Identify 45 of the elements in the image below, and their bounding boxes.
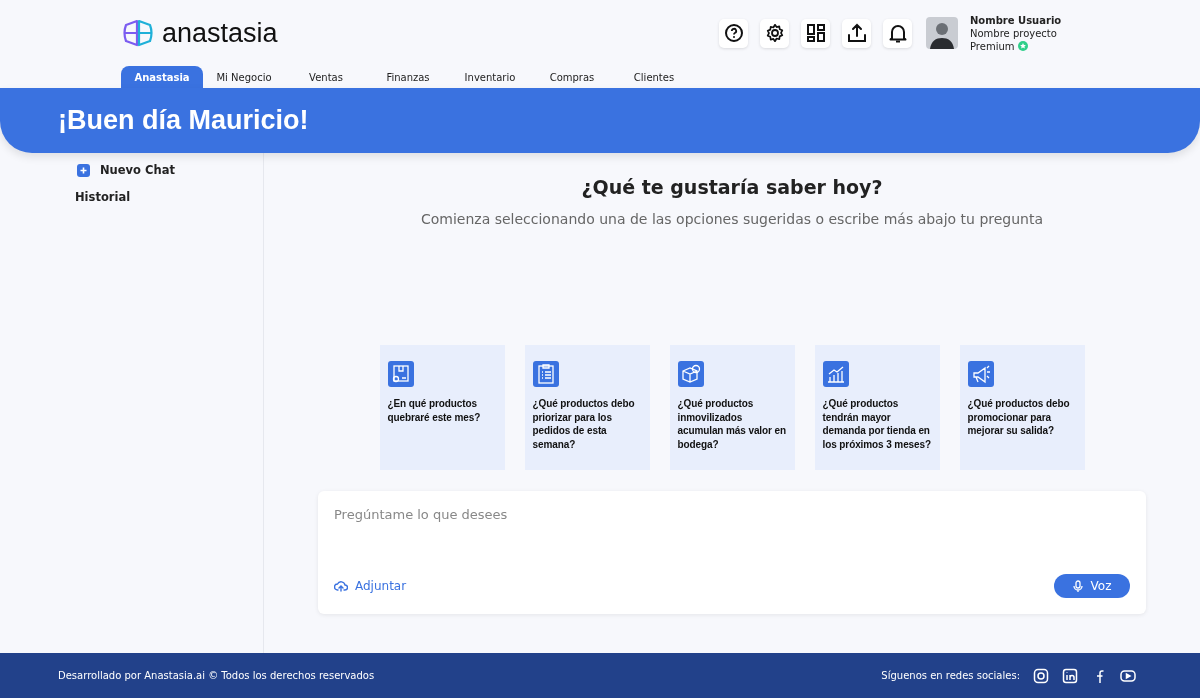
avatar-placeholder bbox=[926, 17, 958, 49]
plus-icon bbox=[77, 163, 90, 177]
greeting-text: ¡Buen día Mauricio! bbox=[58, 105, 309, 136]
nav-tab[interactable]: Anastasia bbox=[121, 66, 203, 88]
cube-icon bbox=[677, 361, 704, 387]
microphone-icon bbox=[1072, 579, 1083, 593]
nav-tab[interactable]: Compras bbox=[531, 66, 613, 88]
plan-label: Premium bbox=[970, 39, 1015, 53]
user-name: Nombre Usuario bbox=[970, 13, 1063, 27]
suggestion-card[interactable]: ¿Qué productos tendrán mayor demanda por tienda en los próximos 3 meses? bbox=[814, 345, 940, 470]
youtube-icon[interactable] bbox=[1120, 667, 1136, 684]
brand-name: anastasia bbox=[162, 17, 278, 49]
help-button[interactable] bbox=[719, 18, 748, 48]
instagram-icon[interactable] bbox=[1033, 667, 1049, 684]
suggestion-card[interactable]: ¿Qué productos debo priorizar para los pedidos de esta semana? bbox=[524, 345, 650, 470]
upload-button[interactable] bbox=[842, 18, 871, 48]
nav-tab[interactable]: Clientes bbox=[613, 66, 695, 88]
project-name: Nombre proyecto bbox=[970, 26, 1058, 40]
history-heading: Historial bbox=[75, 190, 131, 204]
megaphone-icon bbox=[967, 361, 994, 387]
nav-tab[interactable]: Inventario bbox=[449, 66, 531, 88]
cloud-upload-icon bbox=[334, 580, 348, 592]
dashboard-button[interactable] bbox=[801, 18, 830, 48]
copyright-text: Desarrollado por Anastasia.ai © Todos los derechos reservados bbox=[58, 670, 375, 681]
attach-button[interactable]: Adjuntar bbox=[334, 579, 407, 593]
main-subtitle: Comienza seleccionando una de las opciones sugeridas o escribe más abajo tu pregunta bbox=[420, 211, 1044, 227]
box-icon bbox=[387, 361, 414, 387]
nav-tab[interactable]: Ventas bbox=[285, 66, 367, 88]
nav-tab[interactable]: Finanzas bbox=[367, 66, 449, 88]
premium-star-icon bbox=[1017, 41, 1028, 51]
social-label: Síguenos en redes sociales: bbox=[881, 670, 1020, 681]
suggestion-card[interactable]: ¿Qué productos debo promocionar para mejorar su salida? bbox=[959, 345, 1085, 470]
suggestion-card[interactable]: ¿Qué productos inmovilizados acumulan más valor en bodega? bbox=[669, 345, 795, 470]
nav-tab[interactable]: Mi Negocio bbox=[203, 66, 285, 88]
logo-icon bbox=[122, 19, 154, 47]
notifications-button[interactable] bbox=[883, 18, 912, 48]
main-title: ¿Qué te gustaría saber hoy? bbox=[581, 176, 883, 198]
linkedin-icon[interactable] bbox=[1062, 667, 1078, 684]
voice-button[interactable]: Voz bbox=[1054, 574, 1130, 598]
chart-icon bbox=[822, 361, 849, 387]
settings-button[interactable] bbox=[760, 18, 789, 48]
suggestion-card[interactable]: ¿En qué productos quebraré este mes? bbox=[379, 345, 505, 470]
question-input[interactable]: Pregúntame lo que desees bbox=[334, 507, 1130, 522]
clipboard-icon bbox=[532, 361, 559, 387]
new-chat-button[interactable]: Nuevo Chat bbox=[75, 163, 175, 177]
